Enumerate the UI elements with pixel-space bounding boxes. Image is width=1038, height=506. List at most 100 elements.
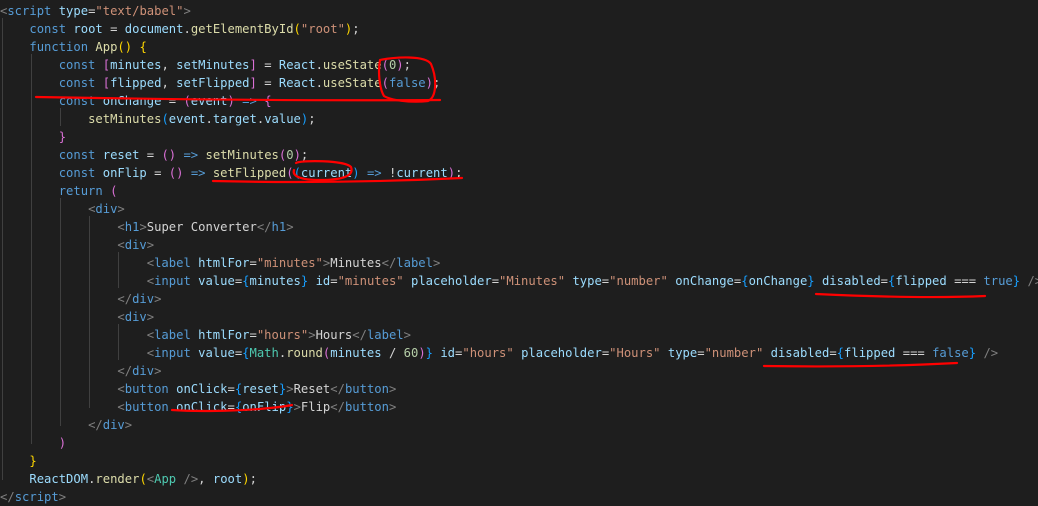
code-token: > [154, 292, 162, 306]
code-token: "number" [704, 346, 764, 360]
code-token: ; [432, 76, 441, 90]
code-line[interactable]: <script type="text/babel"> [0, 2, 191, 20]
code-token: return [58, 184, 103, 198]
code-token: { [242, 274, 250, 288]
code-line[interactable]: <div> [0, 200, 125, 218]
code-line[interactable]: <label htmlFor="minutes">Minutes</label> [0, 254, 441, 272]
code-line[interactable]: const onChange = (event) => { [0, 92, 272, 110]
code-token: ( [286, 166, 294, 180]
code-token: > [286, 382, 294, 396]
code-token: onChange [748, 274, 808, 288]
code-line[interactable]: const [minutes, setMinutes] = React.useS… [0, 56, 411, 74]
code-token: Math [249, 346, 279, 360]
code-token: > [293, 400, 301, 414]
code-token: < [146, 274, 155, 288]
code-token: { [242, 346, 250, 360]
code-token: 60 [403, 346, 419, 360]
code-token: setFlipped [176, 76, 250, 90]
code-token: disabled [821, 274, 881, 288]
code-token: Flip [300, 400, 331, 414]
code-token: ( [381, 76, 389, 90]
code-line[interactable]: <div> [0, 308, 154, 326]
code-token: "text/babel" [95, 4, 184, 18]
code-token: onFlip [242, 400, 287, 414]
code-line[interactable]: ) [0, 434, 66, 452]
code-token: ) [293, 148, 301, 162]
code-line[interactable]: </div> [0, 362, 161, 380]
code-line[interactable]: const reset = () => setMinutes(0); [0, 146, 309, 164]
code-line[interactable]: </div> [0, 416, 132, 434]
code-token: [ [102, 76, 111, 90]
code-token: button [124, 400, 169, 414]
code-token: ) [352, 166, 360, 180]
code-token: onChange [102, 94, 162, 108]
code-line[interactable]: <button onClick={onFlip}>Flip</button> [0, 398, 396, 416]
code-line[interactable]: <input value={minutes} id="minutes" plac… [0, 272, 1038, 290]
code-line[interactable]: <div> [0, 236, 154, 254]
code-token: > [139, 220, 147, 234]
code-editor[interactable]: <script type="text/babel"> const root = … [0, 0, 1038, 504]
code-line[interactable]: <label htmlFor="hours">Hours</label> [0, 326, 411, 344]
code-token: </ [330, 400, 345, 414]
code-line[interactable]: <h1>Super Converter</h1> [0, 218, 293, 236]
code-token: false [388, 76, 426, 90]
code-line[interactable]: } [0, 452, 36, 470]
code-token: minutes [249, 274, 301, 288]
code-line[interactable]: return ( [0, 182, 118, 200]
code-token: < [117, 382, 125, 396]
code-line[interactable]: function App() { [0, 38, 146, 56]
code-token: useState [322, 76, 382, 90]
code-token: /> [183, 472, 199, 486]
code-token: event [168, 112, 206, 126]
code-line[interactable]: <input value={Math.round(minutes / 60)} … [0, 344, 998, 362]
code-token: div [95, 202, 118, 216]
code-token: > [308, 328, 316, 342]
code-line[interactable]: } [0, 128, 66, 146]
code-token: reset [242, 382, 279, 396]
code-line[interactable]: <button onClick={reset}>Reset</button> [0, 380, 396, 398]
code-token: > [388, 400, 397, 414]
code-line[interactable]: const [flipped, setFlipped] = React.useS… [0, 74, 441, 92]
code-token: App [95, 40, 118, 54]
code-token: "hours" [256, 328, 309, 342]
code-token: htmlFor [198, 328, 250, 342]
code-line[interactable]: const root = document.getElementById("ro… [0, 20, 359, 38]
code-token: React [278, 76, 316, 90]
code-line[interactable]: setMinutes(event.target.value); [0, 110, 316, 128]
code-token: label [154, 256, 191, 270]
code-token: round [286, 346, 323, 360]
code-token: Hours [315, 328, 353, 342]
code-token: div [124, 238, 147, 252]
code-token: = [102, 22, 125, 36]
code-line[interactable]: const onFlip = () => setFlipped((current… [0, 164, 463, 182]
code-token: script [14, 490, 59, 504]
code-line[interactable]: </div> [0, 290, 161, 308]
code-token: 0 [286, 148, 294, 162]
code-token: ) [425, 76, 433, 90]
code-line[interactable]: </script> [0, 488, 66, 506]
code-token: const [29, 22, 67, 36]
code-token: label [366, 328, 404, 342]
code-token: const [58, 166, 96, 180]
code-token: Reset [293, 382, 331, 396]
code-line[interactable]: ReactDOM.render(<App />, root); [0, 470, 257, 488]
code-token: placeholder [521, 346, 602, 360]
